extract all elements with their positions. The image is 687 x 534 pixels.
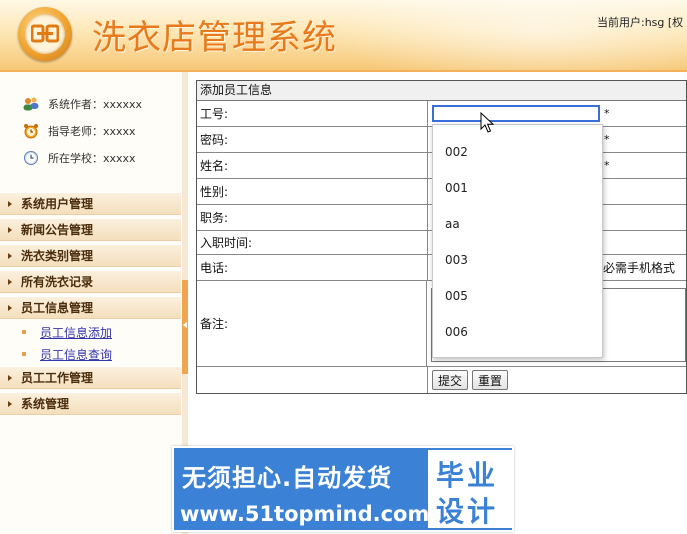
header-decoration [330, 0, 687, 70]
required-marker: * [604, 159, 610, 172]
school-text: 所在学校：xxxxx [48, 152, 136, 165]
clock-icon [24, 151, 38, 165]
bullet-icon [22, 352, 26, 356]
expand-arrow-icon [8, 278, 12, 285]
expand-arrow-icon [8, 200, 12, 207]
submenu-label: 员工信息查询 [40, 347, 113, 362]
autocomplete-option[interactable]: 003 [433, 242, 602, 278]
menu-system-users[interactable]: 系统用户管理 [0, 192, 181, 215]
row-actions: 提交 重置 [197, 367, 686, 393]
mouse-cursor-icon [480, 112, 495, 133]
watermark-badge-top: 毕业 [436, 459, 499, 492]
phone-label: 电话: [197, 255, 428, 280]
menu-laundry-categories[interactable]: 洗衣类别管理 [0, 244, 181, 267]
expand-arrow-icon [8, 400, 12, 407]
alarm-clock-icon [24, 124, 38, 139]
watermark-banner: 无须担心.自动发货 www.51topmind.com 毕业 设计 [172, 446, 514, 532]
header-banner: 洗衣店管理系统 当前用户:hsg [权 [0, 0, 687, 71]
menu-news[interactable]: 新闻公告管理 [0, 218, 181, 241]
autocomplete-option[interactable]: 005 [433, 278, 602, 314]
watermark-slogan: 无须担心.自动发货 [182, 464, 393, 492]
phone-hint: 必需手机格式 [603, 261, 676, 275]
employee-id-input[interactable] [432, 105, 600, 122]
menu-label: 所有洗衣记录 [21, 275, 94, 289]
autocomplete-option[interactable]: 006 [433, 314, 602, 350]
menu-label: 员工工作管理 [21, 371, 94, 385]
advisor-info: 指导老师：xxxxx [22, 122, 136, 140]
submenu-label: 员工信息添加 [40, 325, 113, 340]
watermark-url: www.51topmind.com [180, 502, 430, 526]
app-logo-icon [18, 7, 72, 61]
remarks-label: 备注: [197, 281, 427, 366]
submenu-add-employee[interactable]: 员工信息添加 [22, 323, 112, 341]
author-info: 系统作者：xxxxxx [22, 95, 142, 113]
expand-arrow-icon [8, 304, 12, 311]
collapse-arrow-icon [183, 322, 187, 328]
gender-label: 性别: [197, 179, 428, 204]
expand-arrow-icon [8, 226, 12, 233]
watermark-badge-bottom: 设计 [436, 495, 499, 528]
menu-label: 员工信息管理 [21, 301, 94, 315]
expand-arrow-icon [8, 374, 12, 381]
expand-arrow-icon [8, 252, 12, 259]
users-icon [23, 97, 39, 111]
bullet-icon [22, 330, 26, 334]
menu-employee-work[interactable]: 员工工作管理 [0, 366, 181, 389]
autocomplete-option[interactable]: aa [433, 206, 602, 242]
submit-button[interactable]: 提交 [432, 370, 469, 390]
menu-label: 新闻公告管理 [21, 223, 94, 237]
menu-label: 系统管理 [21, 397, 70, 411]
author-text: 系统作者：xxxxxx [48, 98, 143, 111]
reset-button[interactable]: 重置 [472, 370, 509, 390]
menu-system-admin[interactable]: 系统管理 [0, 392, 181, 415]
autocomplete-option[interactable]: 002 [433, 134, 602, 170]
position-label: 职务: [197, 205, 428, 230]
watermark-badge: 毕业 设计 [428, 450, 512, 528]
required-marker: * [604, 107, 610, 120]
employee-id-label: 工号: [197, 101, 428, 126]
menu-laundry-records[interactable]: 所有洗衣记录 [0, 270, 181, 293]
password-label: 密码: [197, 127, 428, 152]
required-marker: * [604, 133, 610, 146]
name-label: 姓名: [197, 153, 428, 178]
autocomplete-option[interactable]: 001 [433, 170, 602, 206]
submenu-query-employee[interactable]: 员工信息查询 [22, 345, 112, 363]
form-title: 添加员工信息 [197, 81, 686, 101]
menu-employee-info[interactable]: 员工信息管理 [0, 296, 181, 319]
sidebar-bottom [0, 446, 183, 534]
sidebar: 系统作者：xxxxxx 指导老师：xxxxx 所在学校：xxxxx 系统用户管理… [0, 72, 183, 446]
menu-label: 系统用户管理 [21, 197, 94, 211]
current-user-label: 当前用户:hsg [权 [597, 16, 684, 29]
menu-label: 洗衣类别管理 [21, 249, 94, 263]
page-title: 洗衣店管理系统 [92, 18, 337, 58]
school-info: 所在学校：xxxxx [22, 149, 136, 167]
hire-date-label: 入职时间: [197, 231, 428, 254]
advisor-text: 指导老师：xxxxx [48, 125, 136, 138]
autocomplete-dropdown: 002 001 aa 003 005 006 [432, 124, 603, 358]
